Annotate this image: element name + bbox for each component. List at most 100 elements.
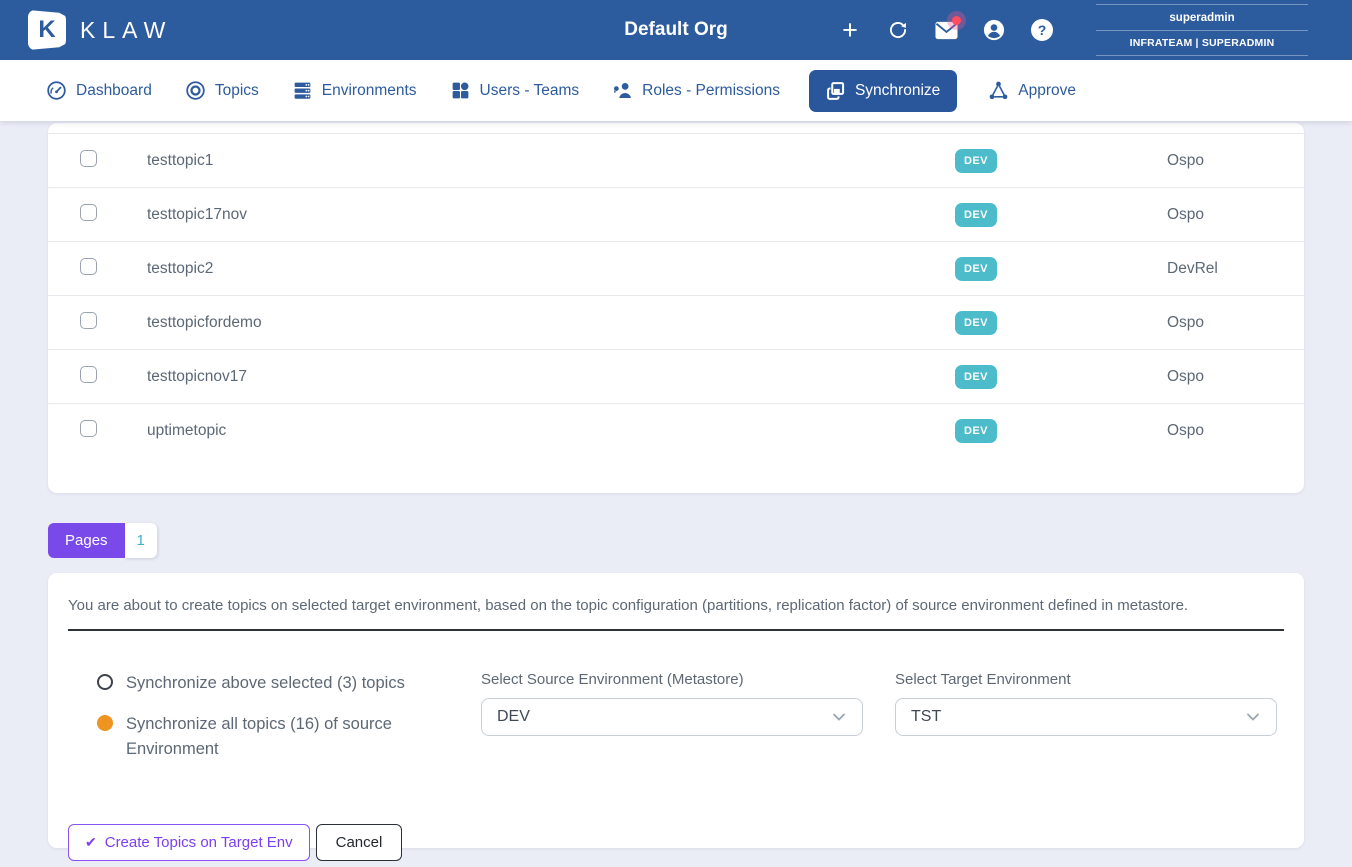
pagination: Pages 1 (48, 523, 1304, 558)
checkmark-icon: ✔ (85, 834, 97, 851)
env-cell: DEV (955, 419, 1167, 443)
nav-synchronize[interactable]: Synchronize (809, 70, 957, 112)
team-name: Ospo (1167, 368, 1304, 386)
env-badge: DEV (955, 203, 997, 227)
row-checkbox[interactable] (80, 366, 97, 383)
team-name: Ospo (1167, 206, 1304, 224)
env-cell: DEV (955, 149, 1167, 173)
checkbox-cell (80, 312, 147, 334)
synchronize-icon (826, 81, 846, 101)
klaw-app: K KLAW Default Org + (0, 0, 1352, 848)
divider (68, 629, 1284, 631)
environments-icon (292, 80, 313, 101)
source-env-group: Select Source Environment (Metastore) DE… (481, 671, 863, 778)
cancel-button[interactable]: Cancel (316, 824, 403, 861)
user-icon (983, 19, 1005, 41)
team-name: Ospo (1167, 152, 1304, 170)
topic-name: testtopic17nov (147, 206, 955, 224)
brand[interactable]: K KLAW (28, 10, 172, 50)
topics-icon (185, 80, 206, 101)
checkbox-cell (80, 150, 147, 172)
topic-name: testtopicnov17 (147, 368, 955, 386)
team-name: Ospo (1167, 314, 1304, 332)
nav-dashboard[interactable]: Dashboard (44, 69, 154, 112)
checkbox-cell (80, 204, 147, 226)
env-badge: DEV (955, 419, 997, 443)
user-menu[interactable]: superadmin INFRATEAM | SUPERADMIN (1096, 4, 1308, 56)
dashboard-icon (46, 80, 67, 101)
checkbox-cell (80, 420, 147, 442)
synchronize-panel: You are about to create topics on select… (48, 573, 1304, 848)
notification-badge (952, 16, 961, 25)
panel-description: You are about to create topics on select… (68, 597, 1284, 614)
env-badge: DEV (955, 311, 997, 335)
env-cell: DEV (955, 257, 1167, 281)
target-env-select[interactable]: TST (895, 698, 1277, 736)
target-env-value: TST (911, 708, 941, 726)
option-selected-topics[interactable]: Synchronize above selected (3) topics (97, 671, 481, 696)
profile-button[interactable] (982, 18, 1006, 42)
notifications-button[interactable] (934, 18, 958, 42)
sync-options: Synchronize above selected (3) topics Sy… (68, 671, 481, 778)
plus-icon: + (842, 20, 858, 40)
form-actions: ✔ Create Topics on Target Env Cancel (68, 824, 1284, 861)
pages-label: Pages (48, 523, 125, 558)
env-badge: DEV (955, 257, 997, 281)
refresh-icon (888, 20, 908, 40)
source-env-value: DEV (497, 708, 530, 726)
roles-permissions-icon (612, 80, 633, 101)
env-cell: DEV (955, 203, 1167, 227)
username: superadmin (1169, 12, 1234, 24)
nav-approve[interactable]: Approve (986, 69, 1078, 112)
row-checkbox[interactable] (80, 258, 97, 275)
row-checkbox[interactable] (80, 204, 97, 221)
target-env-label: Select Target Environment (895, 671, 1277, 688)
approve-icon (988, 80, 1009, 101)
nav-topics[interactable]: Topics (183, 69, 261, 112)
table-row: testtopic1 DEV Ospo (48, 133, 1304, 187)
env-badge: DEV (955, 149, 997, 173)
topic-name: uptimetopic (147, 422, 955, 440)
users-teams-icon (450, 80, 471, 101)
main-content: testtopic1 DEV Ospo testtopic17nov DEV O… (0, 121, 1352, 848)
table-row: testtopicfordemo DEV Ospo (48, 295, 1304, 349)
page-number-1[interactable]: 1 (125, 523, 157, 558)
checkbox-cell (80, 366, 147, 388)
team-name: DevRel (1167, 260, 1304, 278)
radio-unchecked-icon[interactable] (97, 674, 113, 690)
option-all-topics[interactable]: Synchronize all topics (16) of source En… (97, 712, 481, 762)
source-env-select[interactable]: DEV (481, 698, 863, 736)
topic-name: testtopic2 (147, 260, 955, 278)
help-button[interactable]: ? (1030, 18, 1054, 42)
nav-roles-permissions[interactable]: Roles - Permissions (610, 69, 782, 112)
env-badge: DEV (955, 365, 997, 389)
checkbox-cell (80, 258, 147, 280)
org-title: Default Org (624, 19, 727, 41)
topic-name: testtopic1 (147, 152, 955, 170)
brand-text: KLAW (80, 17, 172, 44)
add-button[interactable]: + (838, 18, 862, 42)
source-env-label: Select Source Environment (Metastore) (481, 671, 863, 688)
table-row: testtopic2 DEV DevRel (48, 241, 1304, 295)
main-nav: Dashboard Topics Environments (0, 60, 1352, 121)
chevron-down-icon (831, 709, 847, 725)
table-row: testtopicnov17 DEV Ospo (48, 349, 1304, 403)
create-topics-button[interactable]: ✔ Create Topics on Target Env (68, 824, 310, 861)
question-icon: ? (1031, 19, 1053, 41)
team-name: Ospo (1167, 422, 1304, 440)
nav-users-teams[interactable]: Users - Teams (448, 69, 582, 112)
nav-environments[interactable]: Environments (290, 69, 419, 112)
env-cell: DEV (955, 311, 1167, 335)
topics-table: testtopic1 DEV Ospo testtopic17nov DEV O… (48, 123, 1304, 493)
row-checkbox[interactable] (80, 420, 97, 437)
chevron-down-icon (1245, 709, 1261, 725)
table-row: uptimetopic DEV Ospo (48, 403, 1304, 457)
sync-form: Synchronize above selected (3) topics Sy… (68, 671, 1284, 778)
radio-checked-icon[interactable] (97, 715, 113, 731)
env-cell: DEV (955, 365, 1167, 389)
app-header: K KLAW Default Org + (0, 0, 1352, 60)
target-env-group: Select Target Environment TST (895, 671, 1277, 778)
row-checkbox[interactable] (80, 150, 97, 167)
refresh-button[interactable] (886, 18, 910, 42)
row-checkbox[interactable] (80, 312, 97, 329)
